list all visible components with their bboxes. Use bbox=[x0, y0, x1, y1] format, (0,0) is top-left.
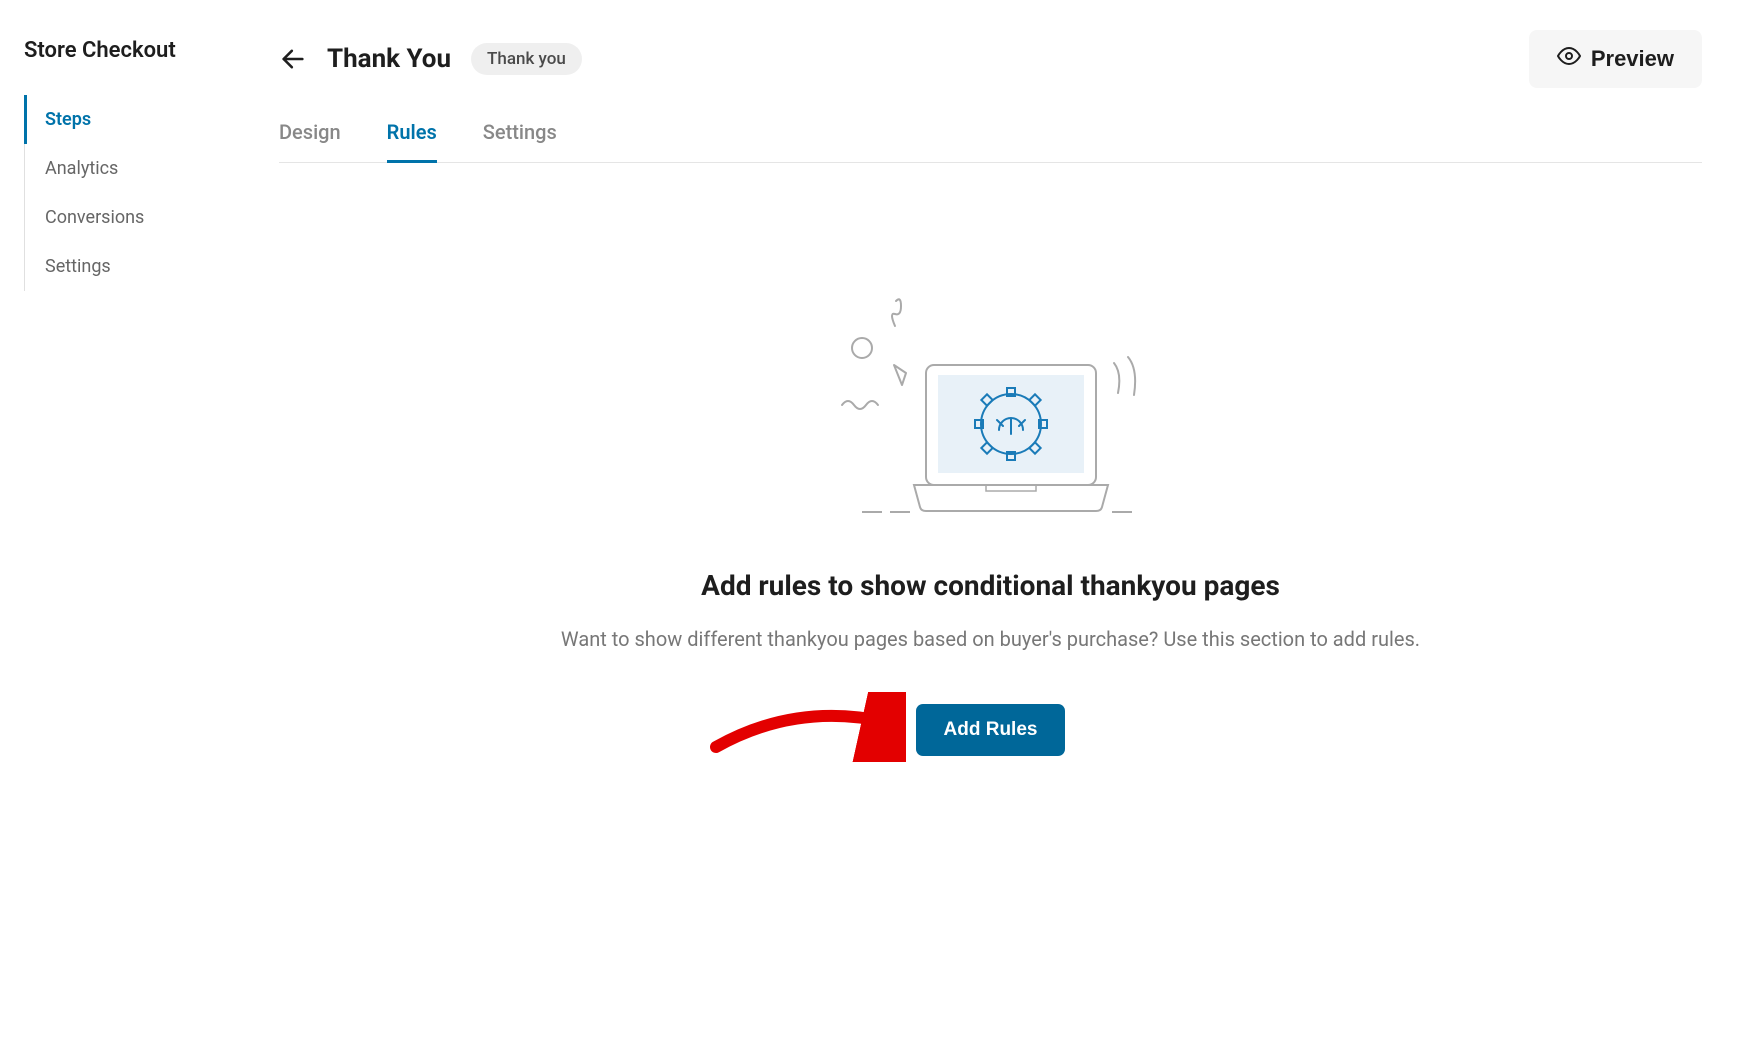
page-header: Thank You Thank you Preview bbox=[279, 30, 1702, 88]
tab-settings[interactable]: Settings bbox=[483, 120, 557, 163]
add-rules-button-label: Add Rules bbox=[944, 719, 1038, 740]
empty-state-title: Add rules to show conditional thankyou p… bbox=[701, 569, 1280, 602]
red-arrow-annotation bbox=[706, 692, 906, 762]
back-arrow-icon[interactable] bbox=[279, 45, 307, 73]
sidebar-items: Steps Analytics Conversions Settings bbox=[24, 95, 245, 291]
tab-rules[interactable]: Rules bbox=[387, 120, 437, 163]
eye-icon bbox=[1557, 44, 1581, 74]
tab-design[interactable]: Design bbox=[279, 120, 341, 163]
page-title: Thank You bbox=[327, 44, 451, 74]
tab-label: Settings bbox=[483, 120, 557, 144]
sidebar-item-steps[interactable]: Steps bbox=[24, 95, 245, 144]
preview-button[interactable]: Preview bbox=[1529, 30, 1702, 88]
add-rules-button[interactable]: Add Rules bbox=[916, 704, 1066, 756]
preview-button-label: Preview bbox=[1591, 46, 1674, 72]
sidebar-title: Store Checkout bbox=[24, 38, 245, 63]
laptop-illustration bbox=[826, 293, 1156, 527]
sidebar-item-label: Settings bbox=[45, 256, 111, 277]
tabs: Design Rules Settings bbox=[279, 120, 1702, 163]
empty-state: Add rules to show conditional thankyou p… bbox=[279, 293, 1702, 756]
empty-state-description: Want to show different thankyou pages ba… bbox=[561, 622, 1420, 656]
sidebar: Store Checkout Steps Analytics Conversio… bbox=[0, 0, 255, 1040]
sidebar-item-label: Conversions bbox=[45, 207, 144, 228]
header-left: Thank You Thank you bbox=[279, 43, 582, 75]
sidebar-item-settings[interactable]: Settings bbox=[24, 242, 245, 291]
tab-label: Design bbox=[279, 120, 341, 144]
tab-label: Rules bbox=[387, 120, 437, 144]
sidebar-item-conversions[interactable]: Conversions bbox=[24, 193, 245, 242]
sidebar-item-label: Steps bbox=[45, 109, 91, 130]
sidebar-item-label: Analytics bbox=[45, 158, 118, 179]
main-content: Thank You Thank you Preview Design Rules… bbox=[255, 0, 1752, 1040]
sidebar-item-analytics[interactable]: Analytics bbox=[24, 144, 245, 193]
status-badge: Thank you bbox=[471, 43, 582, 75]
